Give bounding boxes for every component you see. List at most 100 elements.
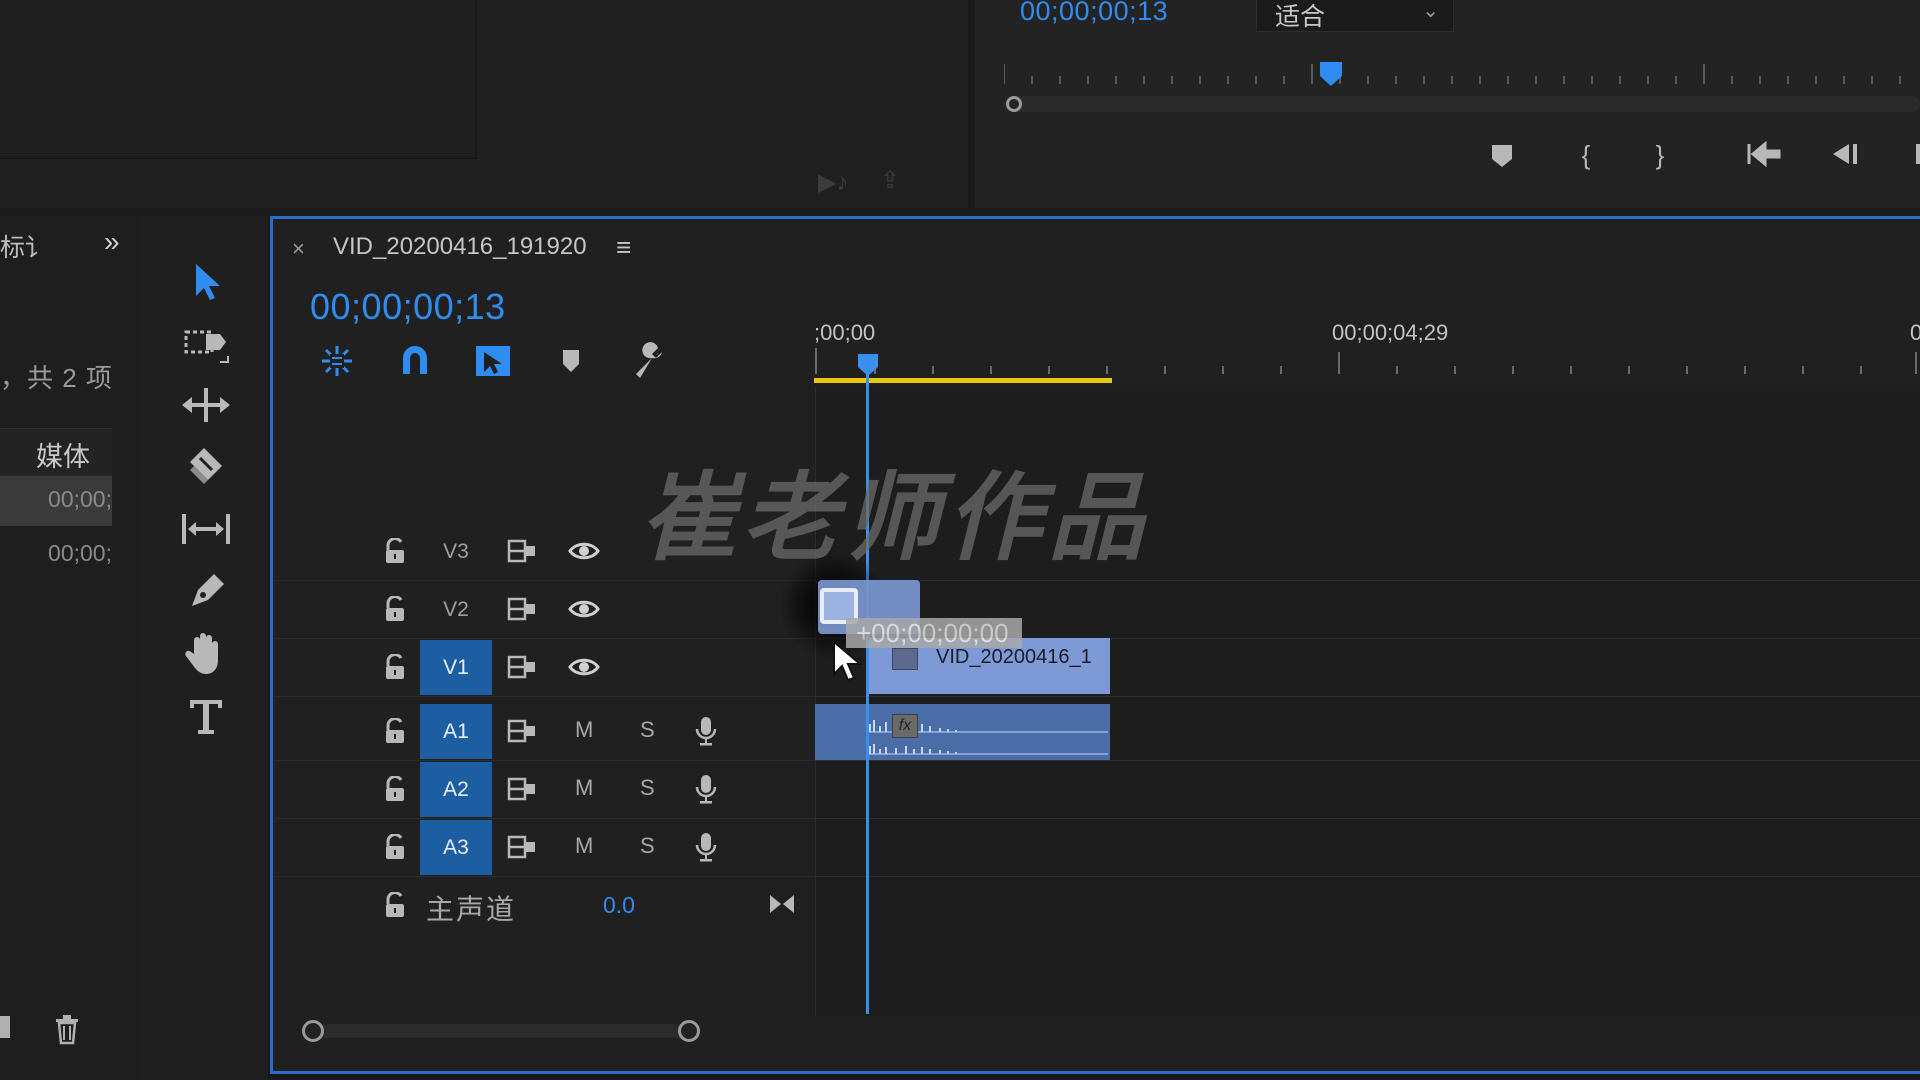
- project-list-item[interactable]: 00;00;: [0, 476, 112, 526]
- program-zoom-scrollbar[interactable]: [1004, 96, 1920, 112]
- mute-track-button[interactable]: M: [575, 833, 593, 859]
- project-item-timecode: 00;00;: [48, 486, 112, 512]
- ruler-label-start: ;00;00: [814, 320, 876, 345]
- add-marker-icon[interactable]: [550, 340, 592, 382]
- voice-over-mic-icon[interactable]: [695, 831, 717, 863]
- sync-lock-icon[interactable]: [507, 776, 537, 802]
- hand-tool-icon[interactable]: [176, 628, 236, 680]
- program-timecode[interactable]: 00;00;00;13: [1020, 0, 1168, 27]
- watermark-text: 崔老师作品: [640, 461, 1150, 574]
- project-item-count: ，共 2 项: [0, 363, 113, 393]
- solo-track-button[interactable]: S: [640, 717, 655, 743]
- track-select-tool-icon[interactable]: [176, 318, 236, 370]
- fx-badge-icon: [892, 648, 918, 670]
- marker-icon[interactable]: [1482, 142, 1522, 178]
- scrollbar-right-handle[interactable]: [678, 1020, 700, 1042]
- linked-selection-icon[interactable]: [472, 340, 514, 382]
- mute-track-button[interactable]: M: [575, 717, 593, 743]
- solo-track-button[interactable]: S: [640, 775, 655, 801]
- mute-track-button[interactable]: M: [575, 775, 593, 801]
- go-to-in-icon[interactable]: [1744, 140, 1784, 176]
- master-track-label: 主声道: [426, 894, 517, 925]
- project-item-timecode: 00;00;: [48, 540, 112, 566]
- overwrite-icon[interactable]: ▶♪: [818, 168, 848, 197]
- track-header-a1: A1 M S: [275, 704, 815, 760]
- program-time-ruler[interactable]: [1004, 60, 1920, 88]
- slip-tool-icon[interactable]: [176, 504, 236, 556]
- sequence-tab-title[interactable]: VID_20200416_191920: [333, 233, 587, 261]
- work-area-bar[interactable]: [814, 378, 1112, 383]
- timeline-zoom-scrollbar[interactable]: [312, 1024, 692, 1038]
- toggle-output-eye-icon[interactable]: [568, 656, 600, 678]
- track-header-v1: V1: [275, 640, 815, 696]
- toggle-output-eye-icon[interactable]: [568, 540, 600, 562]
- nest-sequence-icon[interactable]: [316, 340, 358, 382]
- new-bin-icon[interactable]: [0, 1016, 10, 1038]
- track-target-v3[interactable]: V3: [420, 524, 492, 579]
- playhead-icon[interactable]: [856, 352, 880, 378]
- trash-icon[interactable]: [52, 1012, 82, 1046]
- project-list-item[interactable]: 00;00;: [0, 530, 112, 580]
- track-lock-icon[interactable]: [384, 834, 406, 860]
- track-target-a3[interactable]: A3: [420, 820, 492, 875]
- toggle-output-eye-icon[interactable]: [568, 598, 600, 620]
- track-target-a1[interactable]: A1: [420, 704, 492, 759]
- track-header-master: 主声道 0.0: [275, 878, 815, 934]
- mark-in-icon[interactable]: {: [1566, 140, 1606, 176]
- razor-tool-icon[interactable]: [176, 442, 236, 494]
- export-frame-icon[interactable]: ⇪: [880, 166, 900, 195]
- track-target-v1[interactable]: V1: [420, 640, 492, 695]
- ripple-edit-tool-icon[interactable]: [176, 380, 236, 432]
- project-column-header[interactable]: 媒体纟: [0, 428, 112, 511]
- track-target-v2[interactable]: V2: [420, 582, 492, 637]
- video-clip-name: VID_20200416_1: [936, 646, 1092, 668]
- fit-select-value: 适合: [1275, 3, 1326, 31]
- mark-out-icon[interactable]: }: [1640, 140, 1680, 176]
- scrollbar-left-handle[interactable]: [302, 1020, 324, 1042]
- track-header-a3: A3 M S: [275, 820, 815, 876]
- sync-lock-icon[interactable]: [507, 654, 537, 680]
- mouse-cursor-icon: [833, 640, 862, 682]
- voice-over-mic-icon[interactable]: [695, 715, 717, 747]
- step-back-icon[interactable]: [1824, 140, 1864, 176]
- type-tool-icon[interactable]: [176, 690, 236, 742]
- fit-zoom-select[interactable]: 适合 ⌄: [1256, 0, 1454, 32]
- track-target-a2[interactable]: A2: [420, 762, 492, 817]
- track-lock-icon[interactable]: [384, 776, 406, 802]
- sync-lock-icon[interactable]: [507, 718, 537, 744]
- voice-over-mic-icon[interactable]: [695, 773, 717, 805]
- timeline-settings-wrench-icon[interactable]: [628, 340, 670, 382]
- sync-lock-icon[interactable]: [507, 538, 537, 564]
- timeline-timecode[interactable]: 00;00;00;13: [310, 286, 506, 328]
- timeline-time-ruler[interactable]: [812, 346, 1920, 376]
- fx-badge-icon: fx: [892, 714, 918, 738]
- track-header-a2: A2 M S: [275, 762, 815, 818]
- program-zoom-handle[interactable]: [1006, 96, 1022, 112]
- play-icon[interactable]: [1900, 140, 1920, 176]
- ruler-label-mid: 00;00;04;29: [1332, 320, 1449, 345]
- sync-lock-icon[interactable]: [507, 596, 537, 622]
- master-volume-value[interactable]: 0.0: [603, 892, 635, 919]
- snap-magnet-icon[interactable]: [394, 340, 436, 382]
- project-panel-tab[interactable]: 标讠: [0, 228, 50, 264]
- close-sequence-icon[interactable]: ×: [292, 236, 305, 262]
- track-lock-icon[interactable]: [384, 538, 406, 564]
- program-playhead-icon[interactable]: [1318, 60, 1344, 88]
- project-panel: [0, 216, 140, 1080]
- go-to-out-icon[interactable]: [767, 892, 797, 916]
- source-monitor-panel: [0, 0, 477, 159]
- pen-tool-icon[interactable]: [176, 566, 236, 618]
- panel-menu-icon[interactable]: ≡: [616, 232, 631, 263]
- drag-offset-value: +00;00;00;00: [856, 618, 1009, 648]
- track-lock-icon[interactable]: [384, 654, 406, 680]
- track-header-v2: V2: [275, 582, 815, 638]
- sync-lock-icon[interactable]: [507, 834, 537, 860]
- solo-track-button[interactable]: S: [640, 833, 655, 859]
- selection-tool-icon[interactable]: [176, 256, 236, 308]
- drag-offset-tooltip: +00;00;00;00: [846, 618, 1022, 648]
- track-lock-icon[interactable]: [384, 596, 406, 622]
- panel-overflow-icon[interactable]: »: [104, 226, 120, 258]
- ruler-label-end: 0: [1910, 320, 1920, 345]
- track-lock-icon[interactable]: [384, 892, 406, 918]
- track-lock-icon[interactable]: [384, 718, 406, 744]
